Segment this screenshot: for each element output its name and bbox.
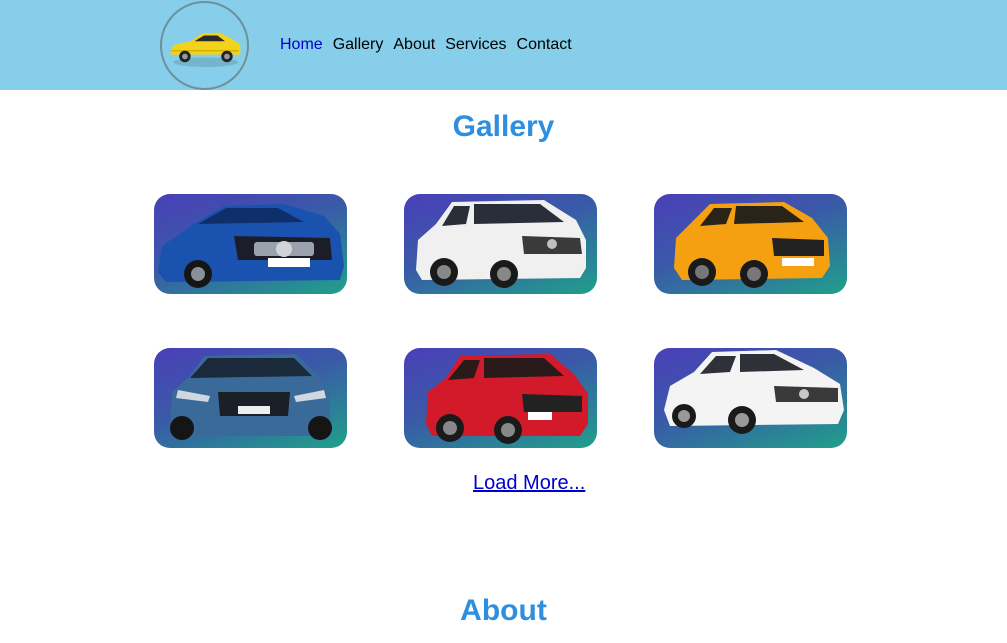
gallery-card-6[interactable] bbox=[654, 348, 847, 448]
white-sedan-car-icon bbox=[664, 350, 844, 434]
nav-home-link[interactable]: Home bbox=[280, 36, 323, 54]
gallery-card-2[interactable] bbox=[404, 194, 597, 294]
nav-contact-link[interactable]: Contact bbox=[517, 36, 572, 54]
about-heading: About bbox=[460, 594, 547, 627]
main-nav: Home Gallery About Services Contact bbox=[280, 36, 572, 54]
gallery-card-4[interactable] bbox=[154, 348, 347, 448]
nav-gallery-link[interactable]: Gallery bbox=[333, 36, 384, 54]
load-more-link[interactable]: Load More... bbox=[473, 472, 585, 495]
nav-services-link[interactable]: Services bbox=[445, 36, 506, 54]
blue-convertible-car-icon bbox=[158, 204, 344, 288]
gallery-card-3[interactable] bbox=[654, 194, 847, 294]
car-logo-icon[interactable] bbox=[160, 1, 249, 90]
orange-hatchback-car-icon bbox=[674, 202, 830, 288]
gallery-heading: Gallery bbox=[452, 110, 555, 143]
red-compact-suv-car-icon bbox=[426, 354, 588, 444]
white-suv-car-icon bbox=[416, 200, 586, 288]
gallery-card-1[interactable] bbox=[154, 194, 347, 294]
nav-about-link[interactable]: About bbox=[393, 36, 435, 54]
site-header: Home Gallery About Services Contact bbox=[0, 0, 1007, 90]
blue-electric-suv-car-icon bbox=[170, 354, 332, 440]
gallery-card-5[interactable] bbox=[404, 348, 597, 448]
